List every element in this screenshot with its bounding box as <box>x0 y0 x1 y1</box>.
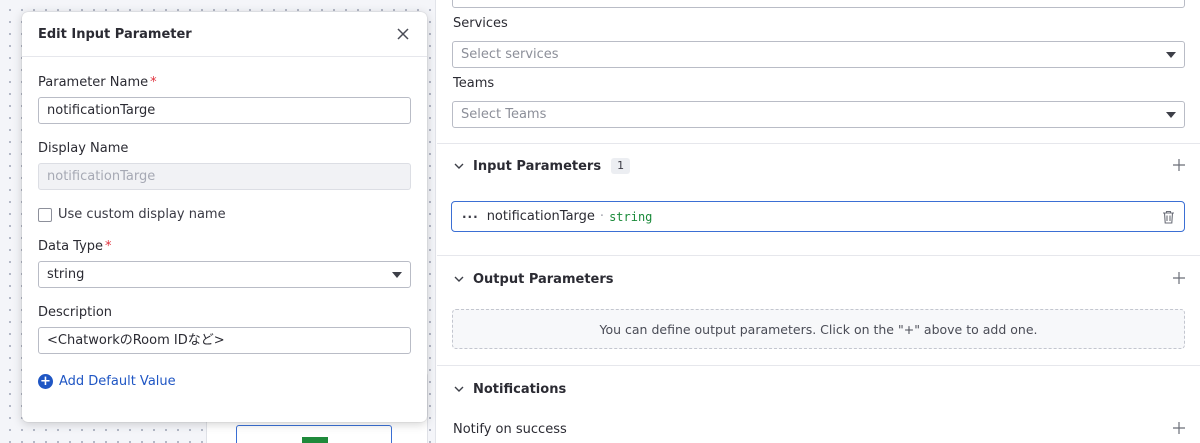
node-app-logo <box>302 437 328 443</box>
workflow-settings-panel: Services Select services Teams Select Te… <box>437 0 1200 443</box>
description-label: Description <box>38 305 113 320</box>
add-success-notification-icon[interactable] <box>1172 421 1186 435</box>
add-input-parameter-icon[interactable] <box>1172 158 1186 172</box>
dialog-body: Parameter Name * notificationTarge Displa… <box>22 57 427 389</box>
data-type-value: string <box>47 267 85 282</box>
teams-label: Teams <box>453 76 495 91</box>
section-divider <box>437 143 1200 144</box>
caret-down-icon <box>1166 52 1176 58</box>
data-type-select[interactable]: string <box>38 261 411 288</box>
parameter-name-label: Parameter Name * <box>38 75 157 90</box>
required-mark: * <box>150 75 157 90</box>
output-empty-text: You can define output parameters. Click … <box>599 321 1038 337</box>
notifications-header[interactable]: Notifications <box>453 377 1186 401</box>
custom-display-name-row[interactable]: Use custom display name <box>38 207 411 222</box>
notifications-title: Notifications <box>473 381 567 397</box>
display-name-input: notificationTarge <box>38 163 411 190</box>
param-separator: · <box>599 209 605 224</box>
custom-display-name-checkbox[interactable] <box>38 207 52 222</box>
teams-placeholder: Select Teams <box>461 107 547 122</box>
dialog-title: Edit Input Parameter <box>38 26 192 42</box>
chevron-down-icon[interactable] <box>453 160 465 172</box>
add-default-value-button[interactable]: + Add Default Value <box>38 374 411 389</box>
display-name-label: Display Name <box>38 141 129 156</box>
section-divider <box>437 365 1200 366</box>
input-parameter-row[interactable]: ··· notificationTarge · string <box>451 201 1185 232</box>
services-label: Services <box>453 16 508 31</box>
input-parameters-title: Input Parameters <box>473 158 602 174</box>
notify-success-label: Notify on success <box>453 421 567 437</box>
section-divider <box>437 255 1200 256</box>
notify-success-row: Notify on success <box>453 417 1186 441</box>
output-parameters-title: Output Parameters <box>473 271 614 287</box>
more-options-icon[interactable]: ··· <box>462 210 479 224</box>
services-placeholder: Select services <box>461 47 559 62</box>
output-parameters-empty-state: You can define output parameters. Click … <box>452 309 1185 349</box>
previous-select[interactable] <box>452 0 1185 8</box>
dialog-header: Edit Input Parameter <box>22 12 427 57</box>
input-parameters-header[interactable]: Input Parameters 1 <box>453 154 1186 178</box>
teams-select[interactable]: Select Teams <box>452 101 1185 128</box>
required-mark: * <box>105 239 112 254</box>
add-default-value-label: Add Default Value <box>59 374 176 389</box>
caret-down-icon <box>1166 112 1176 118</box>
custom-display-name-label: Use custom display name <box>58 207 226 222</box>
edit-input-parameter-dialog: Edit Input Parameter Parameter Name * not… <box>22 12 427 422</box>
trash-icon[interactable] <box>1162 210 1175 224</box>
data-type-label: Data Type * <box>38 239 112 254</box>
add-output-parameter-icon[interactable] <box>1172 271 1186 285</box>
close-icon[interactable] <box>395 26 411 42</box>
caret-down-icon <box>392 272 402 278</box>
input-count-badge: 1 <box>611 158 631 174</box>
chevron-down-icon[interactable] <box>453 383 465 395</box>
param-type: string <box>609 209 653 224</box>
output-parameters-header[interactable]: Output Parameters <box>453 267 1186 291</box>
services-select[interactable]: Select services <box>452 41 1185 68</box>
description-input[interactable]: <ChatworkのRoom IDなど> <box>38 327 411 354</box>
chevron-down-icon[interactable] <box>453 273 465 285</box>
plus-circle-icon: + <box>38 374 53 389</box>
parameter-name-input[interactable]: notificationTarge <box>38 97 411 124</box>
param-name: notificationTarge <box>486 209 595 224</box>
